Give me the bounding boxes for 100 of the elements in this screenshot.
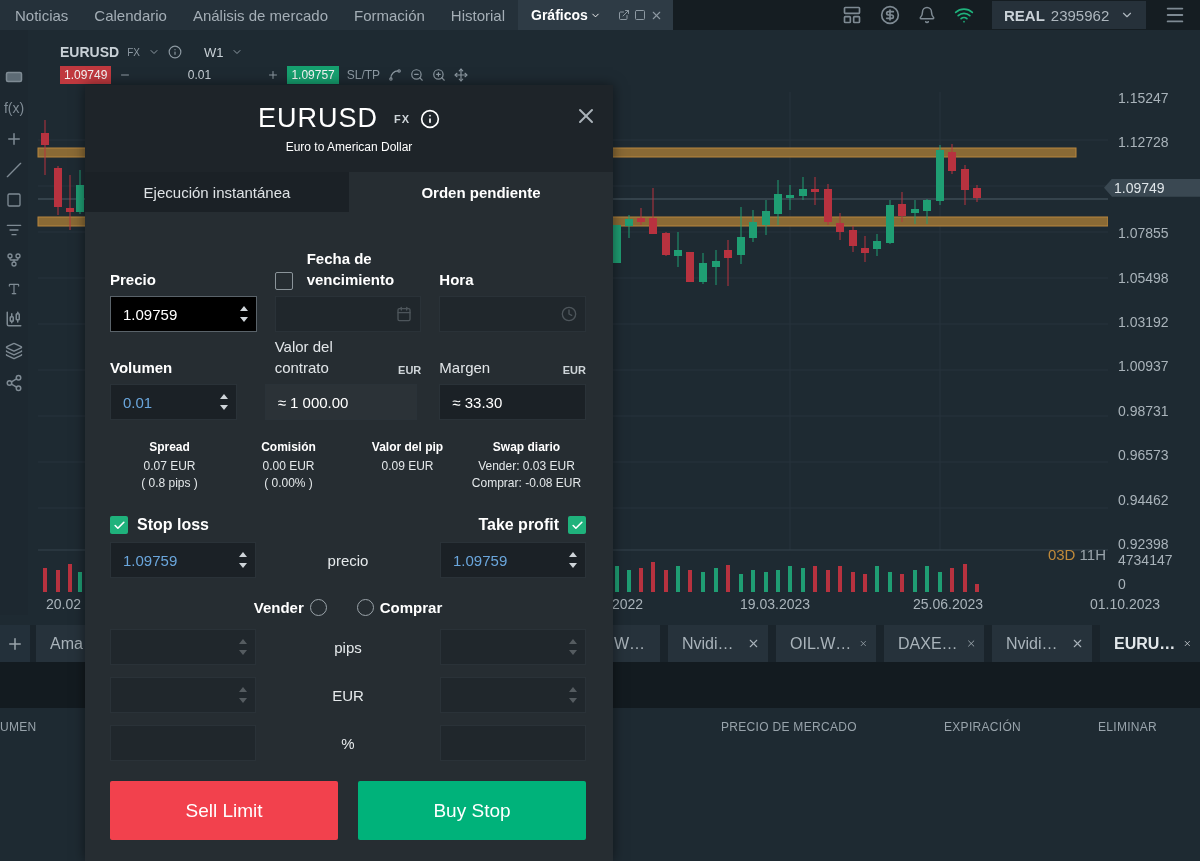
move-icon[interactable] xyxy=(454,68,469,82)
dialog-tab[interactable]: Orden pendiente xyxy=(349,172,613,212)
checkbox[interactable] xyxy=(274,272,293,290)
candle xyxy=(613,224,621,264)
instrument-tab[interactable]: Nvidi… xyxy=(992,625,1092,662)
instrument-tab[interactable]: OIL.W… xyxy=(776,625,876,662)
text-icon[interactable] xyxy=(7,282,21,296)
share-icon[interactable] xyxy=(5,374,23,392)
volume-bar xyxy=(950,568,954,592)
price-axis-label: 1.12728 xyxy=(1118,134,1170,151)
time-input[interactable] xyxy=(439,296,586,332)
take-profit-label: Take profit xyxy=(478,516,559,534)
volume-bar xyxy=(615,566,619,592)
radio-option[interactable]: Vender xyxy=(253,598,327,616)
line-chart-icon[interactable] xyxy=(388,68,403,82)
volume-bar xyxy=(788,566,792,592)
checkbox[interactable] xyxy=(568,516,586,534)
take-profit-input[interactable]: 1.09759 xyxy=(440,542,586,578)
date-input[interactable] xyxy=(274,296,422,332)
pitchfork-icon[interactable] xyxy=(6,252,22,268)
radio-option[interactable]: Comprar xyxy=(356,598,443,616)
nav-tab[interactable]: Noticias xyxy=(2,0,82,30)
spinner-arrows-icon[interactable] xyxy=(239,551,247,569)
close-icon[interactable] xyxy=(747,637,760,650)
candle xyxy=(66,174,74,231)
sl-tp-button[interactable]: SL/TP xyxy=(346,68,381,82)
volume-bar xyxy=(938,572,942,592)
timeframe-selector[interactable]: W1 xyxy=(203,44,224,60)
candle xyxy=(836,212,844,241)
candle xyxy=(724,239,732,287)
input-field[interactable] xyxy=(110,629,256,665)
spinner-arrows-icon[interactable] xyxy=(569,551,577,569)
spinner-arrows-icon[interactable] xyxy=(239,305,248,323)
stop-loss-label: Stop loss xyxy=(137,516,209,534)
input-field[interactable] xyxy=(440,677,586,713)
layers-icon[interactable] xyxy=(5,342,23,360)
candle xyxy=(712,249,720,286)
checkbox[interactable] xyxy=(110,516,128,534)
layout-icon[interactable] xyxy=(842,5,862,25)
zoom-in-icon[interactable] xyxy=(432,68,447,82)
nav-tab[interactable]: Historial xyxy=(437,0,519,30)
input-field[interactable] xyxy=(110,677,256,713)
price-axis-label: 0.98731 xyxy=(1118,402,1170,419)
fibonacci-icon[interactable] xyxy=(6,222,22,238)
input-field[interactable] xyxy=(440,629,586,665)
plus-icon[interactable] xyxy=(267,69,280,81)
instrument-tab[interactable]: Nvidi… xyxy=(668,625,768,662)
close-icon[interactable] xyxy=(965,637,976,650)
volume-bar xyxy=(664,570,668,592)
candle xyxy=(54,165,62,216)
volume-bar xyxy=(888,572,892,592)
unit-label: % xyxy=(340,734,356,752)
candle xyxy=(824,183,832,226)
candle xyxy=(849,225,857,253)
stat-value: Comprar: -0.08 EUR xyxy=(471,476,582,490)
rectangle-icon[interactable] xyxy=(6,192,22,208)
volume-bar xyxy=(739,574,743,592)
price-input[interactable]: 1.09759 xyxy=(110,296,257,332)
volume-axis-label: 0 xyxy=(1118,576,1127,592)
stat-value: ( 0.8 pips ) xyxy=(141,476,198,490)
stat-value: Vender: 0.03 EUR xyxy=(478,459,575,473)
line-tool-icon[interactable] xyxy=(6,162,22,178)
volume-bar xyxy=(43,568,47,592)
instrument-tab[interactable]: EURU… xyxy=(1100,625,1200,662)
function-tool[interactable]: f(x) xyxy=(3,100,25,116)
price-axis-label: 0.92398 xyxy=(1118,535,1170,552)
candle xyxy=(686,251,694,283)
price-axis-label: 1.07855 xyxy=(1118,225,1170,242)
volume-bar xyxy=(851,572,855,592)
close-icon[interactable] xyxy=(1071,637,1084,650)
countdown-label: 03D 11H xyxy=(1047,546,1106,563)
nav-tab[interactable]: Gráficos xyxy=(518,0,614,30)
candle xyxy=(749,209,757,243)
nav-tab[interactable]: Calendario xyxy=(81,0,180,30)
candle xyxy=(799,176,807,201)
account-selector[interactable]: REAL 2395962 xyxy=(992,1,1146,29)
add-tab-button[interactable] xyxy=(0,625,30,662)
crosshair-icon[interactable] xyxy=(5,130,23,148)
sell-limit-button[interactable]: Sell Limit xyxy=(110,781,338,840)
stat-title: Comisión xyxy=(261,440,316,454)
date-axis-label: 2022 xyxy=(612,596,644,612)
price-axis-label: 0.94462 xyxy=(1118,491,1170,508)
field-label: Hora xyxy=(439,270,474,290)
maximize-icon[interactable] xyxy=(633,9,646,21)
candles-icon[interactable] xyxy=(5,310,23,328)
sell-price-button[interactable]: 1.09749 xyxy=(60,66,112,84)
zoom-out-icon[interactable] xyxy=(410,68,425,82)
stat-value: 0.07 EUR xyxy=(143,459,196,473)
popout-icon[interactable] xyxy=(617,9,630,21)
nav-tab[interactable]: Formación xyxy=(341,0,438,30)
stop-loss-input[interactable]: 1.09759 xyxy=(110,542,256,578)
spinner-arrows-icon[interactable] xyxy=(219,393,228,411)
instrument-tab[interactable]: DAXE… xyxy=(884,625,984,662)
volume-bar xyxy=(826,570,830,592)
nav-tab[interactable]: Análisis de mercado xyxy=(179,0,341,30)
volume-field[interactable]: 0.01 xyxy=(139,68,260,82)
volume-input[interactable]: 0.01 xyxy=(110,384,237,420)
dollar-icon[interactable] xyxy=(880,5,900,25)
bell-icon[interactable] xyxy=(918,6,936,24)
candle xyxy=(662,231,670,257)
